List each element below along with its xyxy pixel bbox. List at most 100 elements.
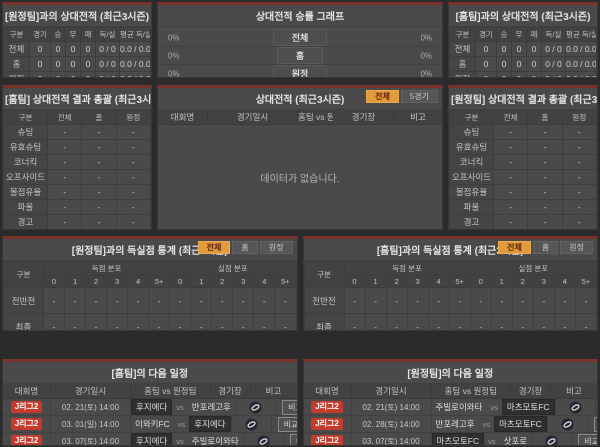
table-row: 전체 0 0 0 0 0 / 0 0.0 / 0.0 — [449, 41, 597, 57]
stadium-icon[interactable] — [532, 433, 573, 445]
col-header: 1 — [64, 275, 87, 288]
col-header-note: 비고 — [265, 386, 282, 396]
panel-header: 상대전적 (최근3시즌) 전체 5경기 — [158, 88, 442, 110]
vs-label: vs — [488, 436, 496, 446]
cell: - — [553, 287, 576, 314]
table-row: 홈 0 0 0 0 0 / 0 0.0 / 0.0 — [449, 56, 597, 72]
compare-button[interactable]: 비교 > — [277, 416, 297, 432]
compare-button[interactable]: 비교 > — [289, 433, 297, 445]
table-row: 파울 - - - — [449, 199, 597, 215]
cell: 0 — [65, 71, 81, 77]
panel-record-vs-home: [홈팀]과의 상대전적 (최근3시즌) 구분 경기 승 무 패 득/실 평균 득… — [448, 2, 598, 78]
winrate-row-label: 홈 — [276, 47, 324, 64]
cell: - — [115, 139, 151, 155]
filter-last5-button[interactable]: 5경기 — [400, 90, 438, 103]
col-header-venue: 경기장 — [511, 385, 551, 397]
stadium-icon[interactable] — [244, 433, 284, 445]
record-table: 구분 경기 승 무 패 득/실 평균 득/실 전체 0 0 0 0 0 / 0 … — [3, 27, 151, 77]
winrate-row-total: 0% 전체 0% — [160, 29, 440, 47]
compare-button[interactable]: 비교 > — [578, 433, 598, 445]
col-header: 구분 — [3, 110, 48, 125]
cell: - — [81, 199, 117, 215]
col-header: 3 — [532, 275, 555, 288]
cell: 0 — [80, 41, 96, 57]
row-label: 전체 — [449, 41, 476, 57]
filter-away-button[interactable]: 원정 — [560, 241, 593, 254]
filter-home-button[interactable]: 홈 — [532, 241, 559, 254]
filter-all-button[interactable]: 전체 — [366, 90, 399, 103]
row-label: 코너킥 — [449, 154, 494, 170]
col-header-conceded: 실점 분포 — [469, 261, 598, 276]
away-winrate-value: 0% — [420, 51, 432, 60]
compare-button[interactable]: 비교 > — [593, 416, 598, 432]
top-row: [원정팀]과의 상대전적 (최근3시즌) 구분 경기 승 무 패 득/실 평균 … — [2, 2, 598, 78]
home-team-name: 마츠모토FC — [431, 433, 485, 445]
panel-goals-vs-away: [원정팀]과의 득실점 통계 (최근3시즌) 전체 홈 원정 구분 득점 분포 … — [2, 236, 298, 331]
cell: 0.0 / 0.0 — [119, 71, 151, 77]
col-header: 2 — [511, 275, 534, 288]
match-datetime: 02. 21(토) 14:00 — [61, 402, 120, 412]
cell: - — [448, 313, 471, 330]
col-header-scored: 득점 분포 — [343, 261, 471, 276]
col-header: 1 — [490, 275, 513, 288]
stadium-icon[interactable] — [556, 399, 596, 415]
cell: - — [492, 214, 529, 229]
header-row: 구분 경기 승 무 패 득/실 평균 득/실 — [449, 27, 597, 42]
stadium-icon[interactable] — [236, 399, 276, 415]
cell: 0 — [50, 56, 66, 72]
filter-away-button[interactable]: 원정 — [259, 241, 293, 254]
cell: - — [46, 199, 83, 215]
cell: 0.0 / 0.0 — [565, 71, 597, 77]
panel-header: [원정팀]과의 득실점 통계 (최근3시즌) 전체 홈 원정 — [3, 239, 297, 261]
league-badge: J리그2 — [311, 401, 343, 413]
panel-title: [홈팀]과의 상대전적 (최근3시즌) — [455, 12, 591, 23]
panel-header: [원정팀]의 다음 일정 — [303, 362, 597, 384]
cell: - — [528, 230, 562, 231]
panel-header: [원정팀] 상대전적 결과 총괄 (최근3시즌 평균) — [449, 88, 597, 110]
cell: - — [169, 313, 192, 330]
col-header-datetime: 경기일시 — [208, 111, 298, 123]
cell: - — [46, 214, 83, 229]
col-header-venue: 경기장 — [334, 111, 394, 123]
cell: - — [81, 184, 117, 200]
cell: - — [82, 230, 116, 231]
row-label: 최종 — [3, 313, 44, 330]
cell: - — [148, 313, 171, 330]
filter-all-button[interactable]: 전체 — [197, 241, 231, 254]
away-winrate-value: 0% — [420, 69, 432, 78]
compare-button[interactable]: 비교 > — [282, 399, 297, 415]
col-header-league: 대회명 — [158, 111, 208, 123]
col-header: 홈 — [527, 110, 563, 125]
home-team-name: 이와키FC — [135, 419, 170, 429]
table-row: 볼점유율 - - - — [449, 184, 597, 200]
cell: - — [527, 169, 563, 185]
cell: - — [406, 313, 429, 330]
cell: - — [490, 313, 513, 330]
header-row: 구분 전체 홈 원정 — [3, 110, 151, 125]
row-label: 파울 — [449, 199, 494, 215]
cell: - — [274, 313, 297, 330]
table-row: 퇴장--- — [4, 230, 151, 231]
col-header-league: 대회명 — [3, 385, 51, 397]
cell: - — [64, 313, 87, 330]
col-header: 4 — [127, 275, 150, 288]
panel-h2h-match-list: 상대전적 (최근3시즌) 전체 5경기 대회명 경기일시 홈팀 vs 원정팀 경… — [157, 85, 443, 230]
cell: 0 — [526, 71, 542, 77]
panel-header: [홈팀] 상대전적 결과 총괄 (최근3시즌 평균) — [3, 88, 151, 110]
winrate-row-label: 전체 — [272, 29, 328, 46]
col-header: 2 — [385, 275, 408, 288]
cell: - — [115, 184, 151, 200]
filter-home-button[interactable]: 홈 — [232, 241, 258, 254]
stadium-icon[interactable] — [232, 416, 272, 432]
cell: 0 — [29, 41, 51, 57]
col-header-note: 비고 — [566, 386, 582, 396]
filter-all-button[interactable]: 전체 — [498, 241, 531, 254]
vs-label: vs — [490, 402, 498, 412]
cell: - — [494, 230, 528, 231]
cell: - — [511, 287, 534, 314]
cell: - — [46, 169, 83, 185]
cell: - — [81, 139, 117, 155]
row-label: 볼점유율 — [3, 184, 48, 200]
col-header: 5+ — [148, 275, 171, 288]
stadium-icon[interactable] — [548, 416, 588, 432]
